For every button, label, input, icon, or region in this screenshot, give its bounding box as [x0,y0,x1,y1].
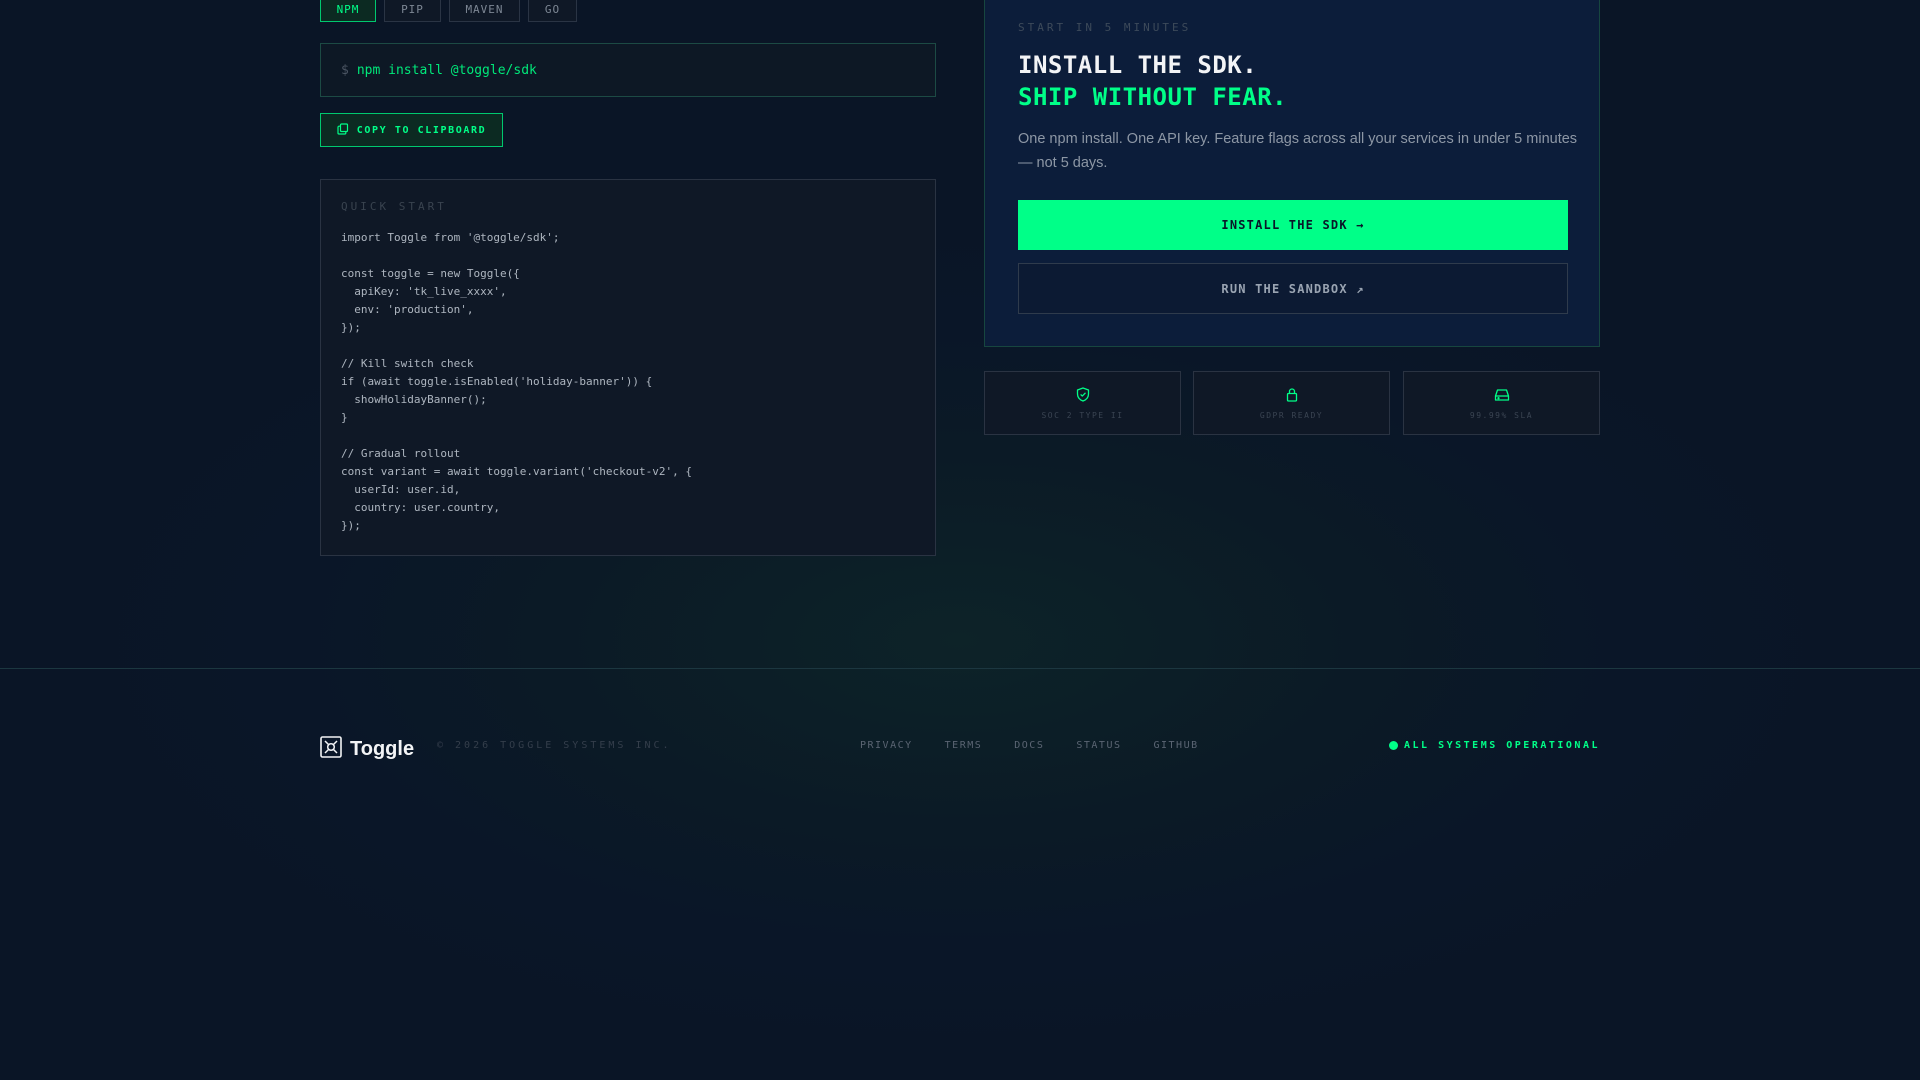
footer-brand: Toggle [350,737,415,760]
code-line: // Kill switch check [341,357,474,370]
code-line: const variant = await toggle.variant('ch… [341,465,692,478]
system-status-label: ALL SYSTEMS OPERATIONAL [1404,740,1600,751]
hero-eyebrow: START IN 5 MINUTES [1018,21,1192,34]
install-command-box[interactable]: $ npm install @toggle/sdk [320,43,936,97]
copy-icon [337,122,349,138]
code-line: } [341,411,348,424]
server-icon [1494,387,1510,406]
tab-maven-label: MAVEN [465,2,504,16]
hero-description: One npm install. One API key. Feature fl… [1018,131,1578,171]
footer-logo[interactable]: Toggle [320,736,414,762]
install-command: npm install @toggle/sdk [356,62,537,78]
tab-npm-label: NPM [336,2,360,16]
code-block: import Toggle from '@toggle/sdk'; const t… [341,229,915,535]
code-line: if (await toggle.isEnabled('holiday-bann… [341,375,653,388]
system-status[interactable]: ALL SYSTEMS OPERATIONAL [1389,740,1600,751]
code-line: apiKey: 'tk_live_xxxx', [341,285,507,298]
badge-gdpr: GDPR READY [1193,371,1390,435]
tab-go-label: GO [544,2,561,16]
install-sdk-button[interactable]: INSTALL THE SDK → [1018,200,1568,250]
code-line: }); [341,321,361,334]
hero-headline-accent: SHIP WITHOUT FEAR. [1018,83,1288,111]
copy-to-clipboard-button[interactable]: COPY TO CLIPBOARD [320,113,503,147]
code-line: }); [341,519,361,532]
footer-divider [0,668,1920,669]
toggle-logo-icon [320,736,342,762]
shield-check-icon [1076,386,1090,406]
status-dot-icon [1389,741,1399,750]
tab-maven[interactable]: MAVEN [449,0,520,22]
code-line: country: user.country, [341,501,500,514]
badge-gdpr-label: GDPR READY [1259,410,1324,420]
code-line: showHolidayBanner(); [341,393,487,406]
quick-start-label: QUICK START [341,200,447,213]
shell-prompt: $ [341,62,349,78]
tab-pip[interactable]: PIP [384,0,441,22]
tab-pip-label: PIP [401,2,424,16]
install-sdk-label: INSTALL THE SDK → [1221,218,1365,232]
copy-label: COPY TO CLIPBOARD [356,124,487,136]
footer-link-terms[interactable]: TERMS [945,740,983,751]
run-sandbox-label: RUN THE SANDBOX ↗ [1221,281,1365,296]
footer-link-github[interactable]: GITHUB [1153,740,1198,751]
badge-sla: 99.99% SLA [1403,371,1600,435]
footer-links: PRIVACY TERMS DOCS STATUS GITHUB [860,740,1199,751]
footer-link-status[interactable]: STATUS [1076,740,1121,751]
code-line: // Gradual rollout [341,447,461,460]
badge-soc2: SOC 2 TYPE II [984,371,1181,435]
footer-link-docs[interactable]: DOCS [1014,740,1044,751]
hero-headline: INSTALL THE SDK. [1018,51,1258,79]
footer-copyright: © 2026 TOGGLE SYSTEMS INC. [437,740,672,751]
badge-sla-label: 99.99% SLA [1469,410,1534,420]
hero-card: START IN 5 MINUTES INSTALL THE SDK. SHIP… [984,0,1600,347]
code-line: const toggle = new Toggle({ [341,267,520,280]
tab-npm[interactable]: NPM [320,0,376,22]
lock-icon [1285,387,1299,406]
tab-go[interactable]: GO [528,0,577,22]
badge-soc2-label: SOC 2 TYPE II [1041,410,1124,420]
code-line: import Toggle from '@toggle/sdk'; [341,231,560,244]
footer-link-privacy[interactable]: PRIVACY [860,740,913,751]
run-sandbox-button[interactable]: RUN THE SANDBOX ↗ [1018,263,1568,314]
quick-start-card: QUICK START import Toggle from '@toggle/… [320,179,936,556]
code-line: userId: user.id, [341,483,461,496]
code-line: env: 'production', [341,303,474,316]
